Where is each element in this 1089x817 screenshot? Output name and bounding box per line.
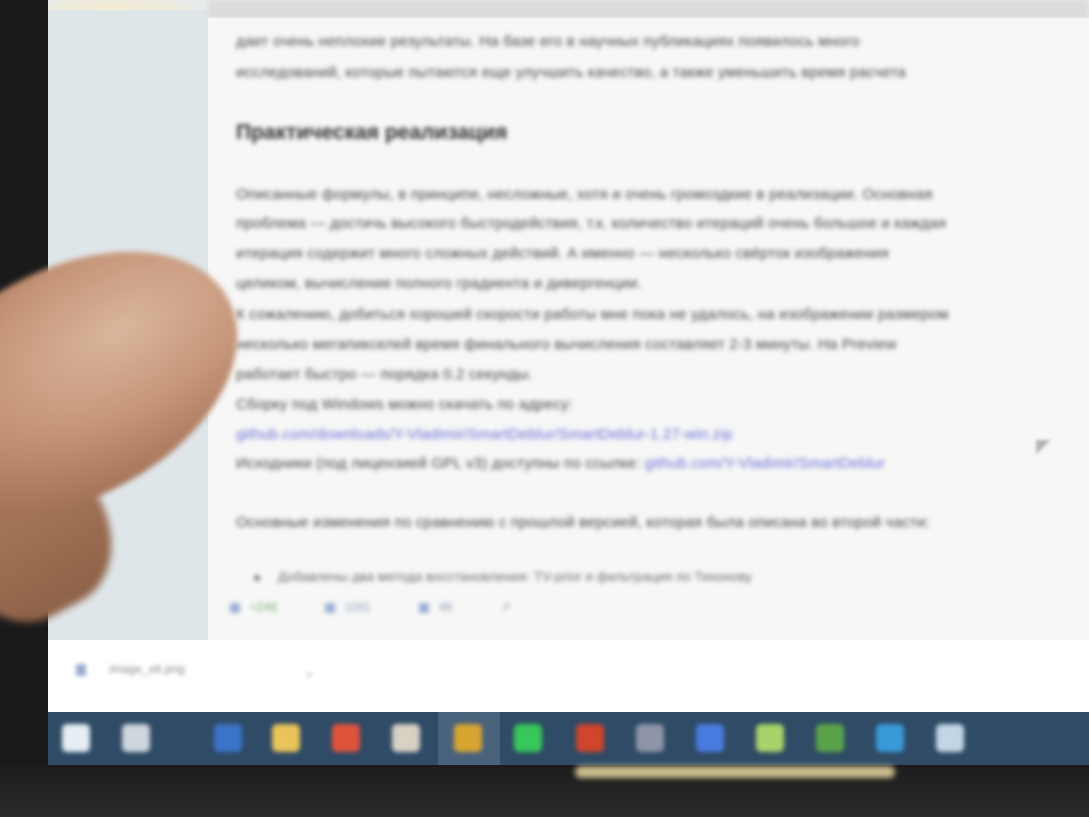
paragraph-line: несколько мегапикселей время финального … bbox=[236, 336, 897, 353]
rating-stat[interactable]: +248 bbox=[230, 600, 277, 614]
chevron-down-icon[interactable]: ˅ bbox=[306, 668, 313, 682]
paragraph-line: К сожалению, добиться хорошей скорости р… bbox=[236, 306, 949, 323]
download-file-name: image_xtt.png bbox=[109, 662, 185, 676]
favorites-stat[interactable]: 1161 bbox=[325, 600, 371, 614]
favorites-value: 1161 bbox=[345, 600, 371, 614]
word-icon[interactable] bbox=[214, 724, 242, 752]
windows-start-icon[interactable] bbox=[62, 724, 90, 752]
list-item-text: Добавлены два метода восстановления: TV-… bbox=[277, 569, 753, 584]
monitor-light-reflection bbox=[575, 766, 895, 778]
monitor-icon[interactable] bbox=[936, 724, 964, 752]
download-item[interactable]: image_xtt.png ˅ bbox=[76, 662, 326, 692]
download-link[interactable]: github.com/downloads/Y-Vladimir/SmartDeb… bbox=[236, 426, 733, 443]
comment-icon bbox=[418, 602, 429, 613]
paragraph-line: целиком, вычисление полного градиента и … bbox=[236, 275, 642, 292]
paragraph-line: итерация содержит много сложных действий… bbox=[236, 245, 889, 262]
monitor-bezel-bottom bbox=[0, 765, 1089, 817]
download-bar: image_xtt.png ˅ bbox=[48, 640, 1089, 712]
browser-icon[interactable] bbox=[696, 724, 724, 752]
list-item: Добавлены два метода восстановления: TV-… bbox=[254, 569, 752, 584]
paragraph-line: Описанные формулы, в принципе, несложные… bbox=[236, 186, 933, 203]
bookmark-icon bbox=[325, 602, 336, 613]
source-prefix: Исходники (под лицензией GPL v3) доступн… bbox=[236, 455, 641, 472]
intro-line: исследований, которые пытаются еще улучш… bbox=[236, 64, 906, 81]
taskbar bbox=[48, 712, 1089, 765]
browser-top-strip bbox=[208, 0, 1089, 18]
notepad-icon[interactable] bbox=[756, 724, 784, 752]
comments-stat[interactable]: 46 bbox=[418, 600, 453, 614]
vote-icon bbox=[230, 602, 240, 613]
post-stats: +248 1161 46 ↗ bbox=[230, 600, 510, 614]
paragraph-line: работает быстро — порядка 0.2 секунды. bbox=[236, 366, 533, 383]
camera-icon[interactable] bbox=[636, 724, 664, 752]
intro-line: дает очень неплохие результаты. На базе … bbox=[236, 33, 860, 50]
task-view-icon[interactable] bbox=[122, 724, 150, 752]
mouse-cursor-icon bbox=[1036, 440, 1050, 458]
paint-icon[interactable] bbox=[332, 724, 360, 752]
comments-value: 46 bbox=[438, 600, 453, 614]
paragraph-line: проблема — достичь высокого быстродейств… bbox=[236, 215, 947, 232]
media-player-icon[interactable] bbox=[576, 724, 604, 752]
article-page: дает очень неплохие результаты. На базе … bbox=[208, 18, 1089, 640]
chrome-icon[interactable] bbox=[454, 724, 482, 752]
share-icon: ↗ bbox=[500, 600, 511, 614]
changes-line: Основные изменения по сравнению с прошло… bbox=[236, 514, 930, 531]
whatsapp-icon[interactable] bbox=[514, 724, 542, 752]
internet-explorer-icon[interactable] bbox=[876, 724, 904, 752]
source-link[interactable]: github.com/Y-Vladimir/SmartDeblur bbox=[645, 455, 885, 472]
source-line: Исходники (под лицензией GPL v3) доступн… bbox=[236, 455, 885, 472]
paragraph-line: Сборку под Windows можно скачать по адре… bbox=[236, 396, 574, 413]
section-heading: Практическая реализация bbox=[236, 121, 508, 144]
share-stat[interactable]: ↗ bbox=[500, 600, 510, 614]
bullet-icon bbox=[254, 574, 260, 581]
photos-icon[interactable] bbox=[816, 724, 844, 752]
file-icon bbox=[76, 663, 86, 676]
app-icon[interactable] bbox=[392, 724, 420, 752]
file-explorer-icon[interactable] bbox=[272, 724, 300, 752]
rating-value: +248 bbox=[250, 600, 278, 614]
